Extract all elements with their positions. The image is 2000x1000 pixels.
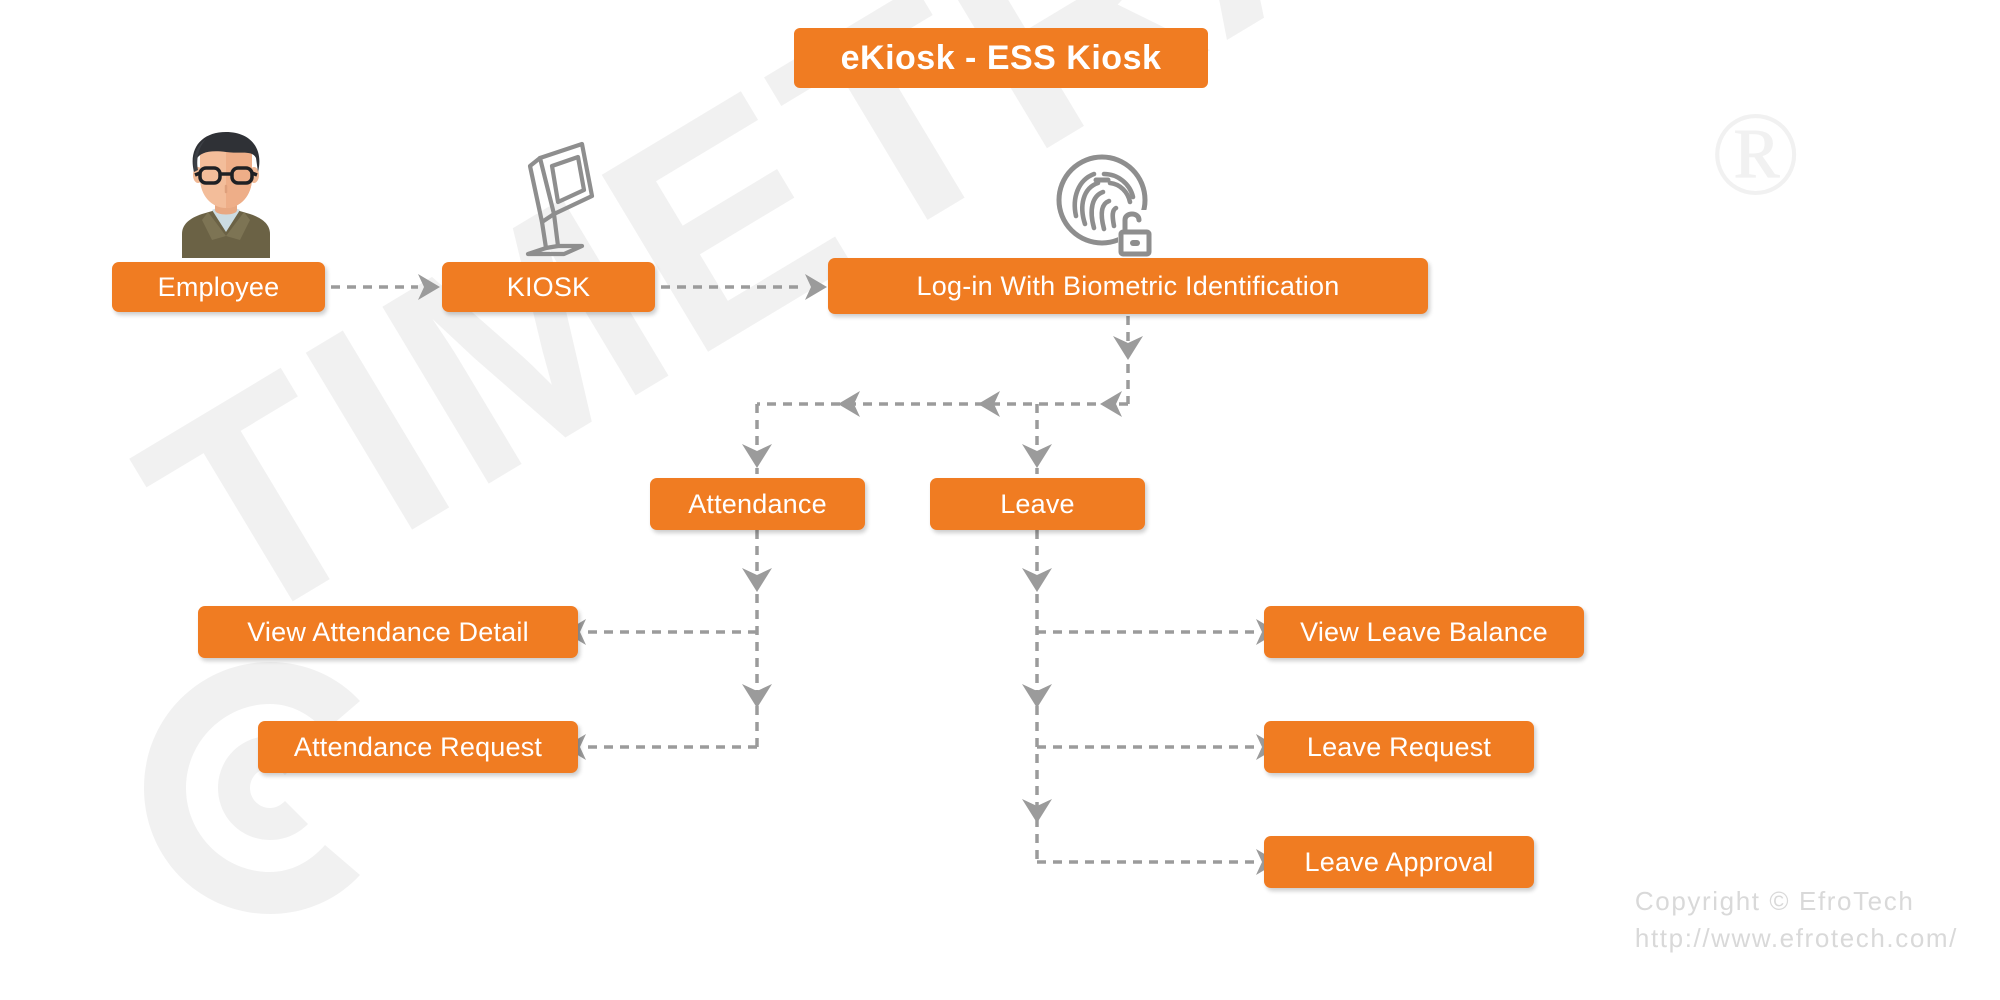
diagram-canvas: TIMETRAX ® eKiosk - ESS Kiosk Employee K…	[0, 0, 2000, 1000]
node-employee[interactable]: Employee	[112, 262, 325, 312]
node-kiosk[interactable]: KIOSK	[442, 262, 655, 312]
arrowhead-attendance-2	[742, 684, 772, 708]
node-leave[interactable]: Leave	[930, 478, 1145, 530]
watermark-logo-icon	[144, 662, 360, 914]
copyright-text: Copyright © EfroTech	[1634, 885, 1915, 916]
node-leave-approval[interactable]: Leave Approval	[1264, 836, 1534, 888]
watermark-text: TIMETRAX	[92, 0, 1622, 693]
node-leave-request[interactable]: Leave Request	[1264, 721, 1534, 773]
arrowhead-into-attendance	[742, 444, 772, 468]
arrowhead-into-leave	[1022, 444, 1052, 468]
arrowhead-attendance-1	[742, 568, 772, 592]
fingerprint-lock-icon	[1056, 154, 1152, 257]
node-attendance[interactable]: Attendance	[650, 478, 865, 530]
arrowhead-bus-1	[1100, 391, 1122, 417]
arrowhead-leave-2	[1022, 684, 1052, 708]
website-url[interactable]: http://www.efrotech.com/	[1635, 920, 1958, 958]
arrowhead-bus-3	[838, 391, 860, 417]
node-attendance-request[interactable]: Attendance Request	[258, 721, 578, 773]
kiosk-terminal-icon	[525, 141, 595, 257]
arrowheads	[418, 274, 1278, 875]
node-login-biometric[interactable]: Log-in With Biometric Identification	[828, 258, 1428, 314]
node-view-attendance-detail[interactable]: View Attendance Detail	[198, 606, 578, 658]
arrowhead-leave-3	[1022, 799, 1052, 823]
node-view-leave-balance[interactable]: View Leave Balance	[1264, 606, 1584, 658]
arrowhead-biometric-down	[1113, 336, 1143, 360]
employee-avatar-icon	[182, 132, 270, 258]
arrowhead-leave-1	[1022, 568, 1052, 592]
arrowhead-bus-2	[978, 391, 1000, 417]
page-title: eKiosk - ESS Kiosk	[794, 28, 1208, 88]
watermark-registered-icon: ®	[1710, 87, 1802, 220]
footer: Copyright © EfroTech http://www.efrotech…	[1635, 883, 1958, 958]
arrowhead-to-kiosk	[418, 274, 440, 300]
arrowhead-to-biometric	[805, 274, 827, 300]
